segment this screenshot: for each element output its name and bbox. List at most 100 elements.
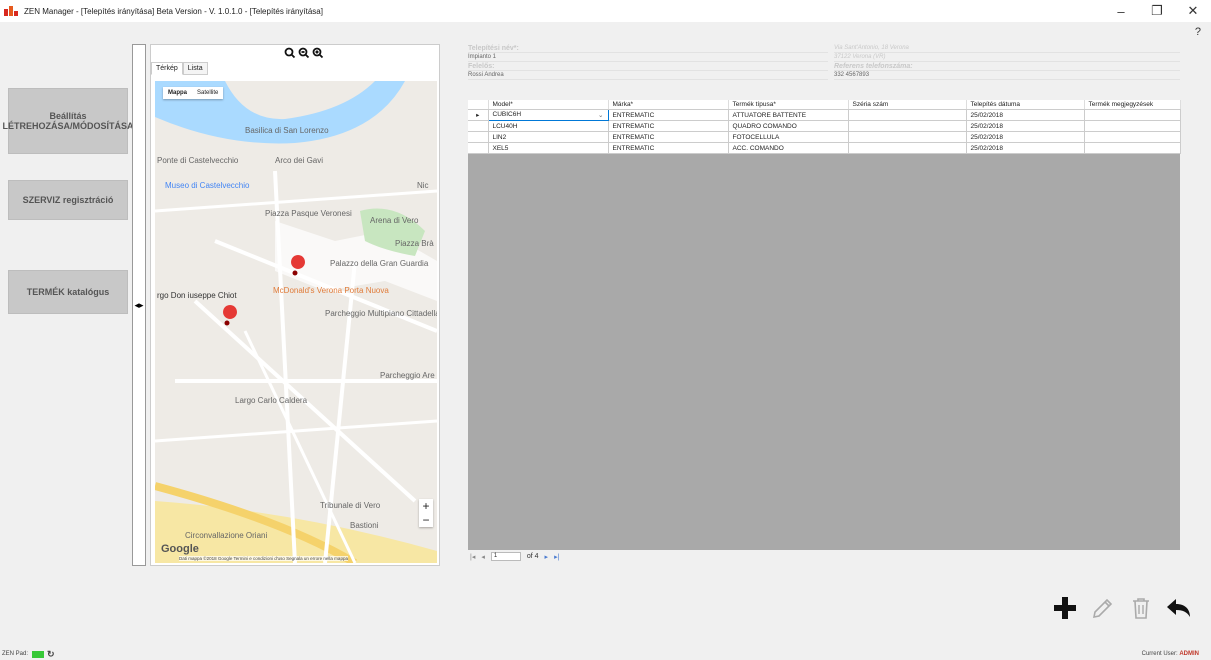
contact-value: Rossi Andrea — [468, 72, 504, 78]
action-toolbar — [1045, 590, 1197, 626]
map-zoom-in-button[interactable]: + — [419, 499, 433, 513]
products-grid: Model* Márka* Termék típusa* Széria szám… — [468, 100, 1181, 550]
date-cell[interactable]: 25/02/2018 — [966, 109, 1085, 121]
edit-button[interactable] — [1085, 590, 1121, 626]
type-cell[interactable]: ACC. COMANDO — [728, 142, 849, 154]
table-row[interactable]: ▸ CUBIC6H ⌄ ENTREMATIC ATTUATORE BATTENTE… — [468, 109, 1181, 121]
type-cell[interactable]: FOTOCELLULA — [728, 131, 849, 143]
table-row[interactable]: LCU40H ENTREMATIC QUADRO COMANDO 25/02/2… — [468, 120, 1181, 132]
column-header-type[interactable]: Termék típusa* — [728, 100, 849, 110]
row-indicator[interactable]: ▸ — [468, 109, 489, 121]
first-record-button[interactable]: |◂ — [470, 553, 475, 561]
map-label-nic: Nic — [417, 181, 429, 190]
map-label-largo: Largo Carlo Caldera — [235, 396, 308, 405]
trash-icon — [1133, 598, 1149, 619]
type-cell[interactable]: QUADRO COMANDO — [728, 120, 849, 132]
map-type-satellite[interactable]: Satellite — [192, 87, 223, 99]
map-attribution[interactable]: Dati mappa ©2018 Google Termini e condiz… — [179, 556, 348, 561]
panel-splitter[interactable]: ◂▸ — [132, 44, 146, 566]
map-label-basilica: Basilica di San Lorenzo — [245, 126, 329, 135]
map-label-mcdonalds: McDonald's Verona Porta Nuova — [273, 286, 389, 295]
maximize-button[interactable]: ❐ — [1139, 0, 1175, 22]
address-line1: Via Sant'Antonio, 18 Verona — [834, 45, 909, 51]
notes-cell[interactable] — [1084, 142, 1181, 154]
map-label-palazzo: Palazzo della Gran Guardia — [330, 259, 429, 268]
row-indicator[interactable] — [468, 131, 489, 143]
model-cell[interactable]: LIN2 — [488, 131, 609, 143]
map-label-parcheggio-arena: Parcheggio Are — [380, 371, 435, 380]
site-name-label: Telepítési név*: — [468, 44, 519, 52]
zoom-tools-icons[interactable] — [284, 47, 326, 62]
current-user: Current User: ADMIN — [1141, 651, 1199, 657]
row-header-corner — [468, 100, 489, 110]
plus-icon — [1054, 597, 1076, 619]
map-label-piazza-bra: Piazza Brà — [395, 239, 434, 248]
settings-create-modify-button[interactable]: Beállítás LÉTREHOZÁSA/MÓDOSÍTÁSA — [3, 88, 134, 154]
notes-cell[interactable] — [1084, 120, 1181, 132]
tab-map[interactable]: Térkép — [151, 62, 183, 75]
table-row[interactable]: LIN2 ENTREMATIC FOTOCELLULA 25/02/2018 — [468, 131, 1181, 143]
google-logo: Google — [161, 543, 199, 555]
table-row[interactable]: XEL5 ENTREMATIC ACC. COMANDO 25/02/2018 — [468, 142, 1181, 154]
map-label-bastioni: Bastioni — [350, 521, 379, 530]
model-cell[interactable]: XEL5 — [488, 142, 609, 154]
record-navigator: |◂ ◂ 1 of 4 ▸ ▸| — [470, 552, 565, 561]
add-button[interactable] — [1047, 590, 1083, 626]
brand-cell[interactable]: ENTREMATIC — [608, 142, 729, 154]
serial-cell[interactable] — [848, 131, 967, 143]
brand-cell[interactable]: ENTREMATIC — [608, 109, 729, 121]
undo-arrow-icon — [1167, 599, 1190, 617]
previous-record-button[interactable]: ◂ — [481, 553, 485, 561]
refresh-icon[interactable]: ↻ — [47, 649, 55, 660]
splitter-arrows-icon: ◂▸ — [134, 299, 144, 310]
column-header-model[interactable]: Model* — [488, 100, 609, 110]
model-cell[interactable]: CUBIC6H ⌄ — [487, 109, 609, 121]
chevron-down-icon[interactable]: ⌄ — [598, 111, 603, 119]
date-cell[interactable]: 25/02/2018 — [966, 120, 1085, 132]
title-bar: ZEN Manager - [Telepítés irányítása] Bet… — [0, 0, 1211, 22]
next-record-button[interactable]: ▸ — [545, 553, 549, 561]
brand-cell[interactable]: ENTREMATIC — [608, 120, 729, 132]
date-cell[interactable]: 25/02/2018 — [966, 131, 1085, 143]
model-cell[interactable]: LCU40H — [488, 120, 609, 132]
map-label-ponte: Ponte di Castelvecchio — [157, 156, 239, 165]
column-header-serial[interactable]: Széria szám — [848, 100, 967, 110]
serial-cell[interactable] — [848, 120, 967, 132]
notes-cell[interactable] — [1084, 109, 1181, 121]
row-indicator[interactable] — [468, 120, 489, 132]
window-title: ZEN Manager - [Telepítés irányítása] Bet… — [24, 6, 323, 16]
brand-cell[interactable]: ENTREMATIC — [608, 131, 729, 143]
service-registration-button[interactable]: SZERVIZ regisztráció — [8, 180, 128, 220]
phone-label: Referens telefonszáma: — [834, 62, 913, 70]
date-cell[interactable]: 25/02/2018 — [966, 142, 1085, 154]
minimize-button[interactable]: – — [1103, 0, 1139, 22]
column-header-notes[interactable]: Termék megjegyzések — [1084, 100, 1181, 110]
product-catalog-button[interactable]: TERMÉK katalógus — [8, 270, 128, 314]
notes-cell[interactable] — [1084, 131, 1181, 143]
last-record-button[interactable]: ▸| — [554, 553, 559, 561]
map-zoom-control: + − — [419, 499, 433, 527]
address-line2: 37122 Verona (VR) — [834, 54, 886, 60]
help-button[interactable]: ? — [1195, 26, 1201, 38]
serial-cell[interactable] — [848, 142, 967, 154]
map-zoom-out-button[interactable]: − — [419, 513, 433, 527]
serial-cell[interactable] — [848, 109, 967, 121]
zen-pad-status-indicator — [32, 650, 45, 658]
contact-label: Felelős: — [468, 62, 495, 70]
delete-button[interactable] — [1123, 590, 1159, 626]
map-label-museo: Museo di Castelvecchio — [165, 181, 250, 190]
map-panel: Térkép Lista Mappa Satellite Basilica di — [150, 44, 440, 566]
map-type-map[interactable]: Mappa — [163, 87, 192, 99]
column-header-date[interactable]: Telepítés dátuma — [966, 100, 1085, 110]
zen-logo-icon — [4, 6, 18, 16]
back-button[interactable] — [1161, 590, 1197, 626]
map-label-parcheggio-multipiano: Parcheggio Multipiano Cittadella — [325, 309, 437, 318]
close-button[interactable]: ✕ — [1175, 0, 1211, 22]
tab-list[interactable]: Lista — [182, 62, 208, 75]
record-position-input[interactable]: 1 — [490, 552, 521, 561]
column-header-brand[interactable]: Márka* — [608, 100, 729, 110]
map-canvas[interactable]: Mappa Satellite Basilica di San Lorenzo … — [155, 81, 437, 563]
map-label-arena: Arena di Vero — [370, 216, 419, 225]
type-cell[interactable]: ATTUATORE BATTENTE — [728, 109, 849, 121]
row-indicator[interactable] — [468, 142, 489, 154]
